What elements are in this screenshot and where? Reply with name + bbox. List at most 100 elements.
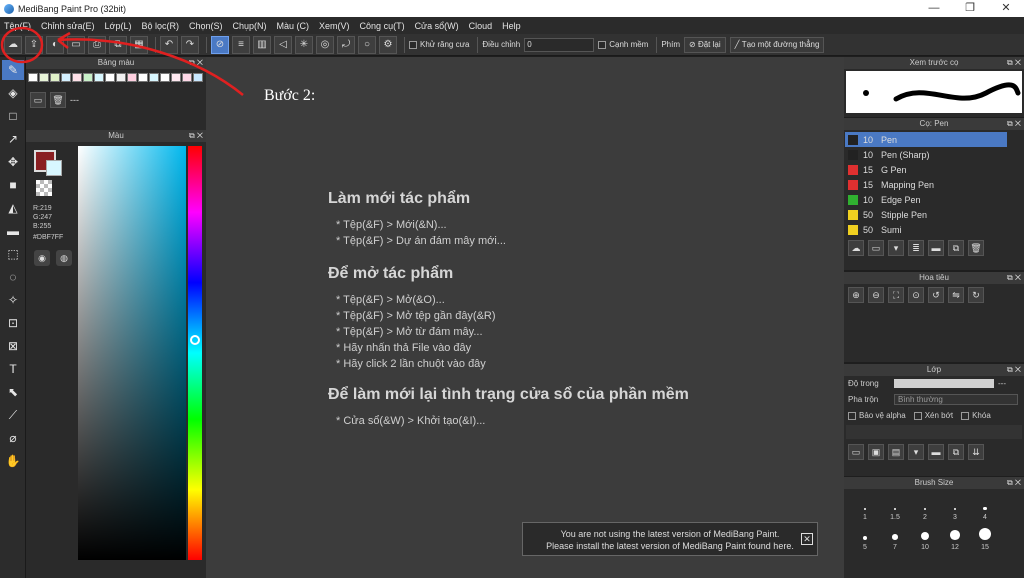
fill-rect-tool-icon[interactable]: ■ [2,175,24,195]
palette-swatch[interactable] [83,73,93,82]
hue-slider-handle[interactable] [190,335,200,345]
brush-item[interactable]: 50 Stipple Pen [845,207,1007,222]
color-settings-icon[interactable]: ◍ [56,250,72,266]
brush-size-option[interactable]: 2 [910,493,940,521]
palette-swatch[interactable] [50,73,60,82]
curve-snap-icon[interactable]: ⤾ [337,35,355,54]
duplicate-brush-icon[interactable]: ⧉ [948,240,964,256]
menu-layer[interactable]: Lớp(L) [105,21,132,31]
delete-color-icon[interactable]: 🗑 [50,92,66,108]
divide-tool-icon[interactable]: ⟋ [2,405,24,425]
brush-settings-icon[interactable]: ≣ [908,240,924,256]
protect-alpha-checkbox[interactable] [848,411,856,420]
flip-icon[interactable]: ⇋ [948,287,964,303]
palette-swatch[interactable] [127,73,137,82]
zoom-out-icon[interactable]: ⊖ [868,287,884,303]
layer-list[interactable] [846,425,1022,439]
brush-item[interactable]: 10 Edge Pen [845,192,1007,207]
shape-tool-icon[interactable]: □ [2,106,24,126]
print-icon[interactable]: ⎙ [88,35,106,54]
layer-folder-icon[interactable]: ▬ [928,444,944,460]
brush-size-option[interactable]: 12 [940,523,970,551]
panel-controls-icon[interactable]: ⧉ ✕ [1007,57,1021,69]
palette-swatch[interactable] [39,73,49,82]
add-layer-menu-icon[interactable]: ▾ [908,444,924,460]
palette-swatch[interactable] [160,73,170,82]
brush-item[interactable]: 15 Mapping Pen [845,177,1007,192]
new-layer-icon[interactable]: ▭ [848,444,864,460]
select-rect-tool-icon[interactable]: ⬚ [2,244,24,264]
palette-swatch[interactable] [72,73,82,82]
snap-off-icon[interactable]: ⊘ [211,35,229,54]
panel-controls-icon[interactable]: ⧉ ✕ [189,130,203,142]
brush-size-option[interactable]: 5 [850,523,880,551]
palette-swatch[interactable] [94,73,104,82]
redo-icon[interactable]: ↷ [181,35,199,54]
move-tool-icon[interactable]: ✥ [2,152,24,172]
palette-swatch[interactable] [171,73,181,82]
brush-size-option[interactable]: 10 [910,523,940,551]
parallel-snap-icon[interactable]: ≡ [232,35,250,54]
brush-size-option[interactable]: 1.5 [880,493,910,521]
eyedropper-tool-icon[interactable]: ⌀ [2,428,24,448]
circle-snap-icon[interactable]: ◎ [316,35,334,54]
transparent-color-swatch[interactable] [36,180,52,196]
color-wheel-icon[interactable]: ◉ [34,250,50,266]
sub-color-swatch[interactable] [46,160,62,176]
brush-tool-icon[interactable]: ✎ [2,60,24,80]
add-brush-icon[interactable]: ▭ [868,240,884,256]
brush-item[interactable]: 50 Sumi [845,222,1007,237]
palette-swatch[interactable] [116,73,126,82]
radial-snap-icon[interactable]: ✳ [295,35,313,54]
menu-tools[interactable]: Công cụ(T) [360,21,405,31]
saturation-value-picker[interactable] [78,146,186,560]
reset-button[interactable]: ⊘ Đặt lại [684,36,726,53]
antialias-checkbox[interactable] [409,40,417,49]
vanishing-snap-icon[interactable]: ◁ [274,35,292,54]
menu-color[interactable]: Màu (C) [277,21,310,31]
canvas-area[interactable]: Bước 2: Làm mới tác phẩm * Tệp(&F) > Mới… [206,57,844,578]
zoom-in-icon[interactable]: ⊕ [848,287,864,303]
brush-item[interactable]: 10 Pen [845,132,1007,147]
duplicate-layer-icon[interactable]: ⧉ [948,444,964,460]
add-color-icon[interactable]: ▭ [30,92,46,108]
panel-controls-icon[interactable]: ⧉ ✕ [1007,364,1021,376]
ellipse-snap-icon[interactable]: ○ [358,35,376,54]
soft-edge-checkbox[interactable] [598,40,607,49]
brush-size-option[interactable]: 3 [940,493,970,521]
create-line-button[interactable]: ╱ Tạo một đường thẳng [729,36,825,53]
close-notice-icon[interactable]: ✕ [801,533,813,545]
lasso-tool-icon[interactable]: ◌ [2,267,24,287]
text-tool-icon[interactable]: T [2,359,24,379]
line-tool-icon[interactable]: ↗ [2,129,24,149]
lock-checkbox[interactable] [961,411,970,420]
new-halftone-layer-icon[interactable]: ▣ [868,444,884,460]
palette-swatch[interactable] [193,73,203,82]
minimize-button[interactable]: — [916,0,952,17]
panel-controls-icon[interactable]: ⧉ ✕ [1007,477,1021,489]
hand-tool-icon[interactable]: ✋ [2,451,24,471]
bucket-tool-icon[interactable]: ◭ [2,198,24,218]
hue-slider[interactable] [188,146,202,560]
cross-snap-icon[interactable]: ▥ [253,35,271,54]
brush-size-option[interactable]: 1 [850,493,880,521]
palette-swatch[interactable] [105,73,115,82]
maximize-button[interactable]: ❐ [952,0,988,17]
select-pen-tool-icon[interactable]: ⊡ [2,313,24,333]
brush-size-option[interactable]: 15 [970,523,1000,551]
clipping-checkbox[interactable] [913,411,922,420]
update-notice[interactable]: You are not using the latest version of … [522,522,818,556]
menu-filter[interactable]: Bộ lọc(R) [141,21,179,31]
palette-swatch[interactable] [149,73,159,82]
delete-brush-icon[interactable]: 🗑 [968,240,984,256]
close-button[interactable]: ✕ [988,0,1024,17]
adjust-input[interactable]: 0 [524,37,595,52]
rotate-left-icon[interactable]: ↺ [928,287,944,303]
eraser-tool-icon[interactable]: ◈ [2,83,24,103]
undo-icon[interactable]: ↶ [160,35,178,54]
brush-item[interactable]: 15 G Pen [845,162,1007,177]
palette-swatch[interactable] [61,73,71,82]
menu-file[interactable]: Tệp(F) [4,21,31,31]
menu-view[interactable]: Xem(V) [319,21,350,31]
add-brush-menu-icon[interactable]: ▾ [888,240,904,256]
